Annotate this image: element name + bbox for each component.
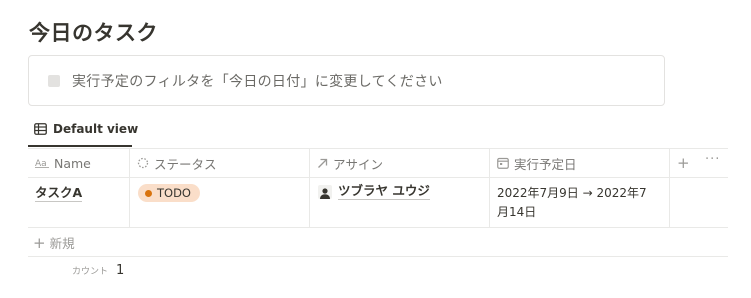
calendar-icon (497, 157, 509, 169)
table-header-row: Aa Name ステータス アサイン 実行予定日 (28, 149, 728, 178)
date-range-text-line2: 月14日 (497, 205, 537, 219)
date-range-text-line1: 2022年7月9日 → 2022年7 (497, 186, 647, 200)
relation-arrow-icon (318, 158, 328, 168)
active-tab-indicator (28, 145, 132, 147)
view-tab-label: Default view (53, 122, 139, 136)
date-range-cell[interactable]: 2022年7月9日 → 2022年7 月14日 (497, 184, 667, 222)
column-header-assignee[interactable]: アサイン (310, 149, 489, 177)
column-header-label: ステータス (154, 156, 217, 172)
avatar (318, 184, 332, 199)
count-label: カウント (72, 267, 109, 277)
row-name-link[interactable]: タスクA (35, 185, 83, 202)
table-row[interactable]: タスクA TODO ツブラヤ ユウジ 2022年7月9日 → 2022年7 月1… (28, 178, 728, 228)
table-bottom-border (28, 256, 728, 257)
checkbox-icon[interactable] (48, 74, 60, 87)
column-header-label: アサイン (333, 156, 384, 172)
status-badge[interactable]: TODO (138, 184, 200, 202)
column-header-label: 実行予定日 (514, 156, 577, 172)
table-view-icon (34, 123, 47, 135)
page-title: 今日のタスク (29, 21, 158, 45)
person-avatar-icon (320, 187, 330, 199)
plus-icon: + (33, 233, 46, 252)
new-row-button[interactable]: + 新規 (33, 233, 75, 252)
svg-text:Aa: Aa (35, 159, 47, 168)
column-header-label: Name (54, 155, 91, 171)
assignee-name: ツブラヤ ユウジ (338, 183, 430, 200)
new-row-label: 新規 (49, 236, 75, 251)
column-header-status[interactable]: ステータス (130, 149, 309, 177)
callout-block[interactable]: 実行予定のフィルタを「今日の日付」に変更してください (28, 55, 665, 106)
status-label: TODO (157, 186, 191, 200)
tab-default-view[interactable]: Default view (34, 120, 138, 138)
callout-text: 実行予定のフィルタを「今日の日付」に変更してください (72, 73, 443, 90)
add-property-button[interactable]: + (677, 154, 690, 172)
column-header-name[interactable]: Aa Name (28, 149, 129, 177)
status-property-icon (137, 157, 149, 169)
column-header-date[interactable]: 実行予定日 (490, 149, 669, 177)
calculation-row[interactable]: カウント 1 (72, 263, 124, 278)
more-options-icon[interactable]: ··· (705, 152, 720, 167)
status-dot-icon (145, 189, 152, 197)
count-value: 1 (116, 263, 125, 278)
text-property-icon: Aa (35, 159, 49, 168)
assignee-chip[interactable]: ツブラヤ ユウジ (318, 183, 430, 200)
